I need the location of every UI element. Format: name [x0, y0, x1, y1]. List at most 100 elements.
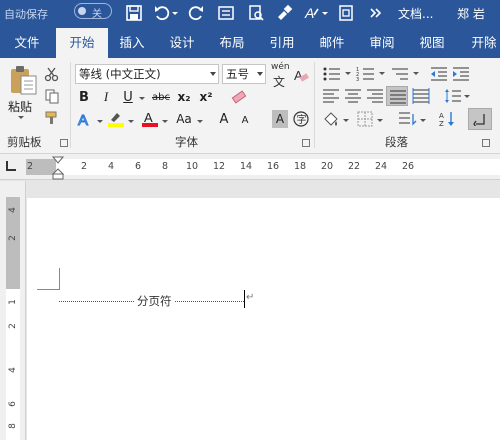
tab-file[interactable]: 文件 [4, 28, 50, 58]
align-left-icon[interactable] [322, 88, 340, 104]
ruler-tick: 14 [239, 161, 253, 172]
copy-icon[interactable] [44, 88, 60, 104]
svg-text:3: 3 [356, 77, 359, 82]
font-name-select[interactable]: 等线 (中文正文) [75, 64, 219, 84]
svg-text:字: 字 [297, 113, 307, 126]
tab-view[interactable]: 视图 [410, 28, 454, 58]
svg-text:A: A [144, 110, 153, 125]
font-launcher-icon[interactable] [302, 139, 310, 147]
undo-icon[interactable] [152, 3, 172, 23]
align-center-icon[interactable] [344, 88, 362, 104]
phonetic-guide-icon[interactable]: wén [271, 62, 290, 72]
ruler-tick: 2 [26, 161, 34, 172]
font-color-button-icon[interactable]: A [141, 110, 159, 128]
grow-font-button[interactable]: A [216, 110, 232, 128]
vruler-tick: 4 [8, 207, 18, 213]
multilevel-dropdown-icon[interactable] [413, 72, 419, 75]
bullets-dropdown-icon[interactable] [345, 72, 351, 75]
numbering-icon[interactable]: 1 2 3 [356, 66, 378, 82]
increase-indent-icon[interactable] [452, 66, 470, 82]
redo-icon[interactable] [186, 3, 206, 23]
clear-format-icon[interactable]: A [292, 66, 310, 84]
bullets-icon[interactable] [322, 66, 344, 82]
select-icon[interactable] [336, 3, 356, 23]
paragraph-mark: ↵ [246, 292, 255, 303]
highlight-icon[interactable] [107, 110, 125, 128]
font-color-dropdown-icon[interactable] [322, 12, 328, 15]
tab-insert[interactable]: 插入 [110, 28, 154, 58]
line-spacing-dropdown-icon[interactable] [464, 95, 470, 98]
vertical-ruler[interactable]: 4 2 1 2 4 6 8 [0, 181, 26, 440]
text-effect-eraser-icon[interactable] [230, 88, 248, 106]
underline-dropdown-icon[interactable] [139, 97, 145, 100]
paste-button-label[interactable]: 粘贴 [8, 98, 32, 115]
text-effects-dropdown-icon[interactable] [97, 120, 103, 123]
chinese-layout-dropdown-icon[interactable] [420, 119, 426, 122]
ruler-tick: 6 [134, 161, 142, 172]
borders-dropdown-icon[interactable] [377, 119, 383, 122]
multilevel-list-icon[interactable] [390, 66, 412, 82]
indent-markers-icon[interactable] [52, 156, 64, 180]
show-marks-button[interactable] [468, 108, 492, 130]
tab-layout[interactable]: 布局 [210, 28, 254, 58]
tab-mailings[interactable]: 邮件 [310, 28, 354, 58]
separator [314, 62, 315, 148]
tab-selector-icon[interactable] [6, 161, 16, 171]
align-right-icon[interactable] [366, 88, 384, 104]
borders-icon[interactable] [356, 110, 374, 128]
ribbon-tabs: 文件 开始 插入 设计 布局 引用 邮件 审阅 视图 开除 [0, 28, 500, 58]
print-preview-icon[interactable] [246, 3, 266, 23]
undo-dropdown-icon[interactable] [172, 12, 178, 15]
decrease-indent-icon[interactable] [430, 66, 448, 82]
toggle-knob [78, 7, 86, 15]
paste-icon[interactable] [8, 64, 38, 96]
font-color-icon[interactable]: A [302, 3, 322, 23]
superscript-button[interactable]: x² [198, 88, 214, 106]
enclosed-char-icon[interactable]: 字 [292, 110, 310, 128]
more-icon[interactable] [366, 3, 386, 23]
chinese-layout-icon[interactable] [398, 110, 418, 128]
document-page[interactable]: 分页符 ↵ [27, 198, 500, 440]
tab-references[interactable]: 引用 [260, 28, 304, 58]
text-effects-icon[interactable]: A [76, 110, 94, 128]
clipboard-launcher-icon[interactable] [60, 139, 68, 147]
user-name[interactable]: 郑 岩 [457, 5, 485, 22]
margin-corner-mark [59, 268, 60, 290]
change-case-button[interactable]: Aa [174, 110, 194, 128]
highlight-dropdown-icon[interactable] [128, 120, 134, 123]
tab-more[interactable]: 开除 [462, 28, 500, 58]
format-painter-brush-icon[interactable] [44, 110, 60, 126]
paste-dropdown-icon[interactable] [18, 116, 24, 119]
font-size-value: 五号 [226, 67, 249, 81]
tab-home[interactable]: 开始 [56, 28, 108, 58]
line-spacing-icon[interactable] [444, 88, 462, 104]
image-icon[interactable] [216, 3, 236, 23]
autosave-toggle[interactable]: 关 [74, 3, 112, 20]
ruler-tick: 16 [266, 161, 280, 172]
cut-icon[interactable] [44, 66, 60, 82]
save-icon[interactable] [124, 3, 144, 23]
shading-dropdown-icon[interactable] [343, 119, 349, 122]
tab-design[interactable]: 设计 [160, 28, 204, 58]
font-size-select[interactable]: 五号 [222, 64, 266, 84]
char-shading-button[interactable]: A [272, 110, 288, 128]
strikethrough-button[interactable]: abc [150, 88, 172, 106]
autosave-state: 关 [92, 9, 102, 20]
change-case-dropdown-icon[interactable] [197, 120, 203, 123]
subscript-button[interactable]: x₂ [176, 88, 192, 106]
ribbon: 粘贴 剪贴板 等线 (中文正文) 五号 wén 文 A B I U abc x₂… [0, 58, 500, 154]
bold-button[interactable]: B [76, 88, 92, 106]
paragraph-launcher-icon[interactable] [482, 139, 490, 147]
distributed-icon[interactable] [412, 88, 430, 104]
format-painter-icon[interactable] [274, 3, 294, 23]
justify-button[interactable] [386, 86, 408, 106]
underline-button[interactable]: U [120, 88, 136, 106]
horizontal-ruler[interactable]: 2 2 4 6 8 10 12 14 16 18 20 22 24 26 [0, 154, 500, 180]
tab-review[interactable]: 审阅 [360, 28, 404, 58]
shrink-font-button[interactable]: A [238, 112, 252, 128]
font-color-dropdown-icon[interactable] [162, 120, 168, 123]
numbering-dropdown-icon[interactable] [379, 72, 385, 75]
italic-button[interactable]: I [98, 88, 114, 106]
sort-icon[interactable]: A Z [438, 110, 456, 128]
shading-icon[interactable] [322, 110, 340, 128]
